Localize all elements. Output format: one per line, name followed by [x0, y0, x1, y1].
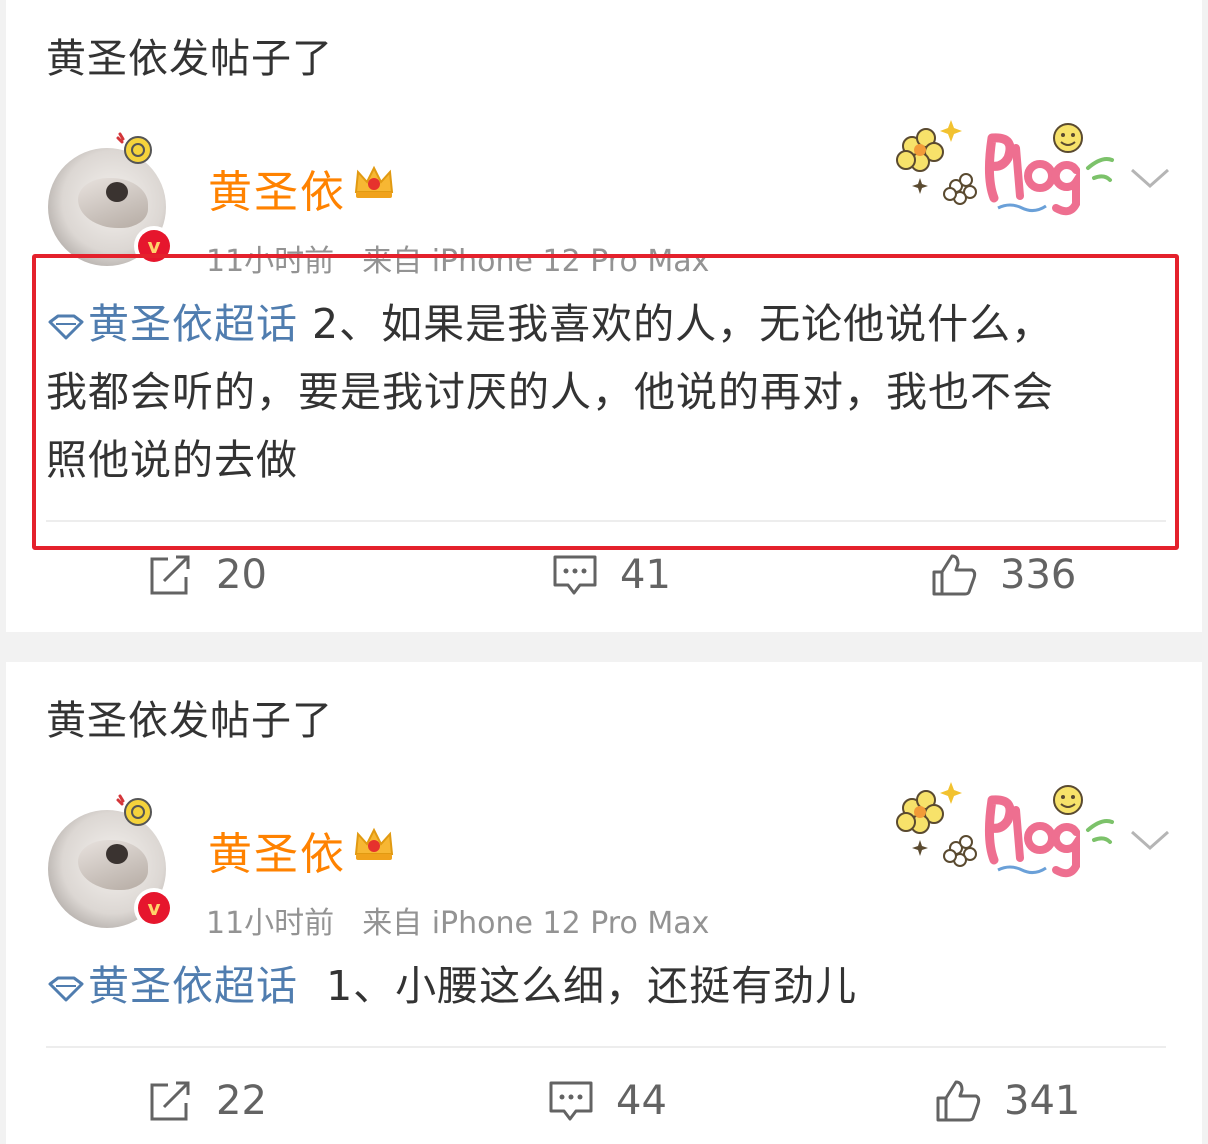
post-card: 黄圣依发帖子了 v 黄圣依 11小时前来自 iPhone 12 Pro Max — [6, 662, 1202, 1144]
topic-link[interactable]: 黄圣依超话 — [46, 962, 298, 1010]
post-time: 11小时前 — [206, 906, 335, 941]
plog-sticker — [896, 120, 1114, 216]
comment-icon — [549, 1081, 593, 1121]
post-meta: 11小时前 来自 iPhone 12 Pro Max — [206, 236, 709, 280]
like-icon — [932, 554, 977, 596]
repost-button[interactable]: 20 — [148, 552, 267, 598]
post-source: 来自 iPhone 12 Pro Max — [362, 906, 710, 941]
post-meta: 11小时前 来自 iPhone 12 Pro Max — [206, 898, 709, 942]
verified-badge-icon: v — [134, 888, 174, 928]
content-line: 我都会听的，要是我讨厌的人，他说的再对，我也不会 — [46, 368, 1054, 416]
diamond-topic-icon — [48, 314, 84, 340]
post-content: 黄圣依超话 1、小腰这么细，还挺有劲儿 — [46, 952, 1166, 1020]
like-button[interactable]: 341 — [934, 1078, 1080, 1124]
post-time: 11小时前 — [206, 244, 335, 279]
content-line: 1、小腰这么细，还挺有劲儿 — [298, 962, 858, 1010]
crown-icon — [354, 827, 394, 860]
repost-icon — [150, 1081, 190, 1121]
comment-count: 44 — [616, 1078, 667, 1124]
card-header: 黄圣依发帖子了 — [46, 698, 333, 744]
repost-icon — [150, 555, 190, 595]
divider — [46, 1046, 1166, 1048]
avatar-hair — [106, 844, 128, 864]
topic-link[interactable]: 黄圣依超话 — [46, 300, 298, 348]
topic-label: 黄圣依超话 — [88, 300, 298, 348]
repost-count: 22 — [216, 1078, 267, 1124]
like-button[interactable]: 336 — [930, 552, 1076, 598]
content-line: 照他说的去做 — [46, 436, 298, 484]
chevron-down-icon[interactable] — [1130, 166, 1170, 190]
post-card: 黄圣依发帖子了 v 黄圣依 11小时前来自 iPhone 12 Pro Max — [6, 0, 1202, 632]
card-header: 黄圣依发帖子了 — [46, 36, 333, 82]
repost-count: 20 — [216, 552, 267, 598]
comment-count: 41 — [620, 552, 671, 598]
avatar-hair — [106, 182, 128, 202]
crown-icon — [354, 165, 394, 198]
verified-badge-icon: v — [134, 226, 174, 266]
post-source: 来自 iPhone 12 Pro Max — [362, 244, 710, 279]
divider — [46, 520, 1166, 522]
diamond-topic-icon — [48, 976, 84, 1002]
like-count: 341 — [1004, 1078, 1081, 1124]
avatar-pendant-icon — [116, 794, 152, 826]
username[interactable]: 黄圣依 — [208, 818, 346, 882]
comment-icon — [553, 555, 597, 595]
comment-button[interactable]: 41 — [552, 552, 671, 598]
post-content: 黄圣依超话 2、如果是我喜欢的人，无论他说什么， 我都会听的，要是我讨厌的人，他… — [46, 290, 1166, 494]
plog-sticker — [896, 782, 1114, 878]
avatar-pendant-icon — [116, 132, 152, 164]
like-count: 336 — [1000, 552, 1077, 598]
username[interactable]: 黄圣依 — [208, 156, 346, 220]
comment-button[interactable]: 44 — [548, 1078, 667, 1124]
chevron-down-icon[interactable] — [1130, 828, 1170, 852]
like-icon — [936, 1080, 981, 1122]
topic-label: 黄圣依超话 — [88, 962, 298, 1010]
content-line: 2、如果是我喜欢的人，无论他说什么， — [298, 300, 1054, 348]
repost-button[interactable]: 22 — [148, 1078, 267, 1124]
